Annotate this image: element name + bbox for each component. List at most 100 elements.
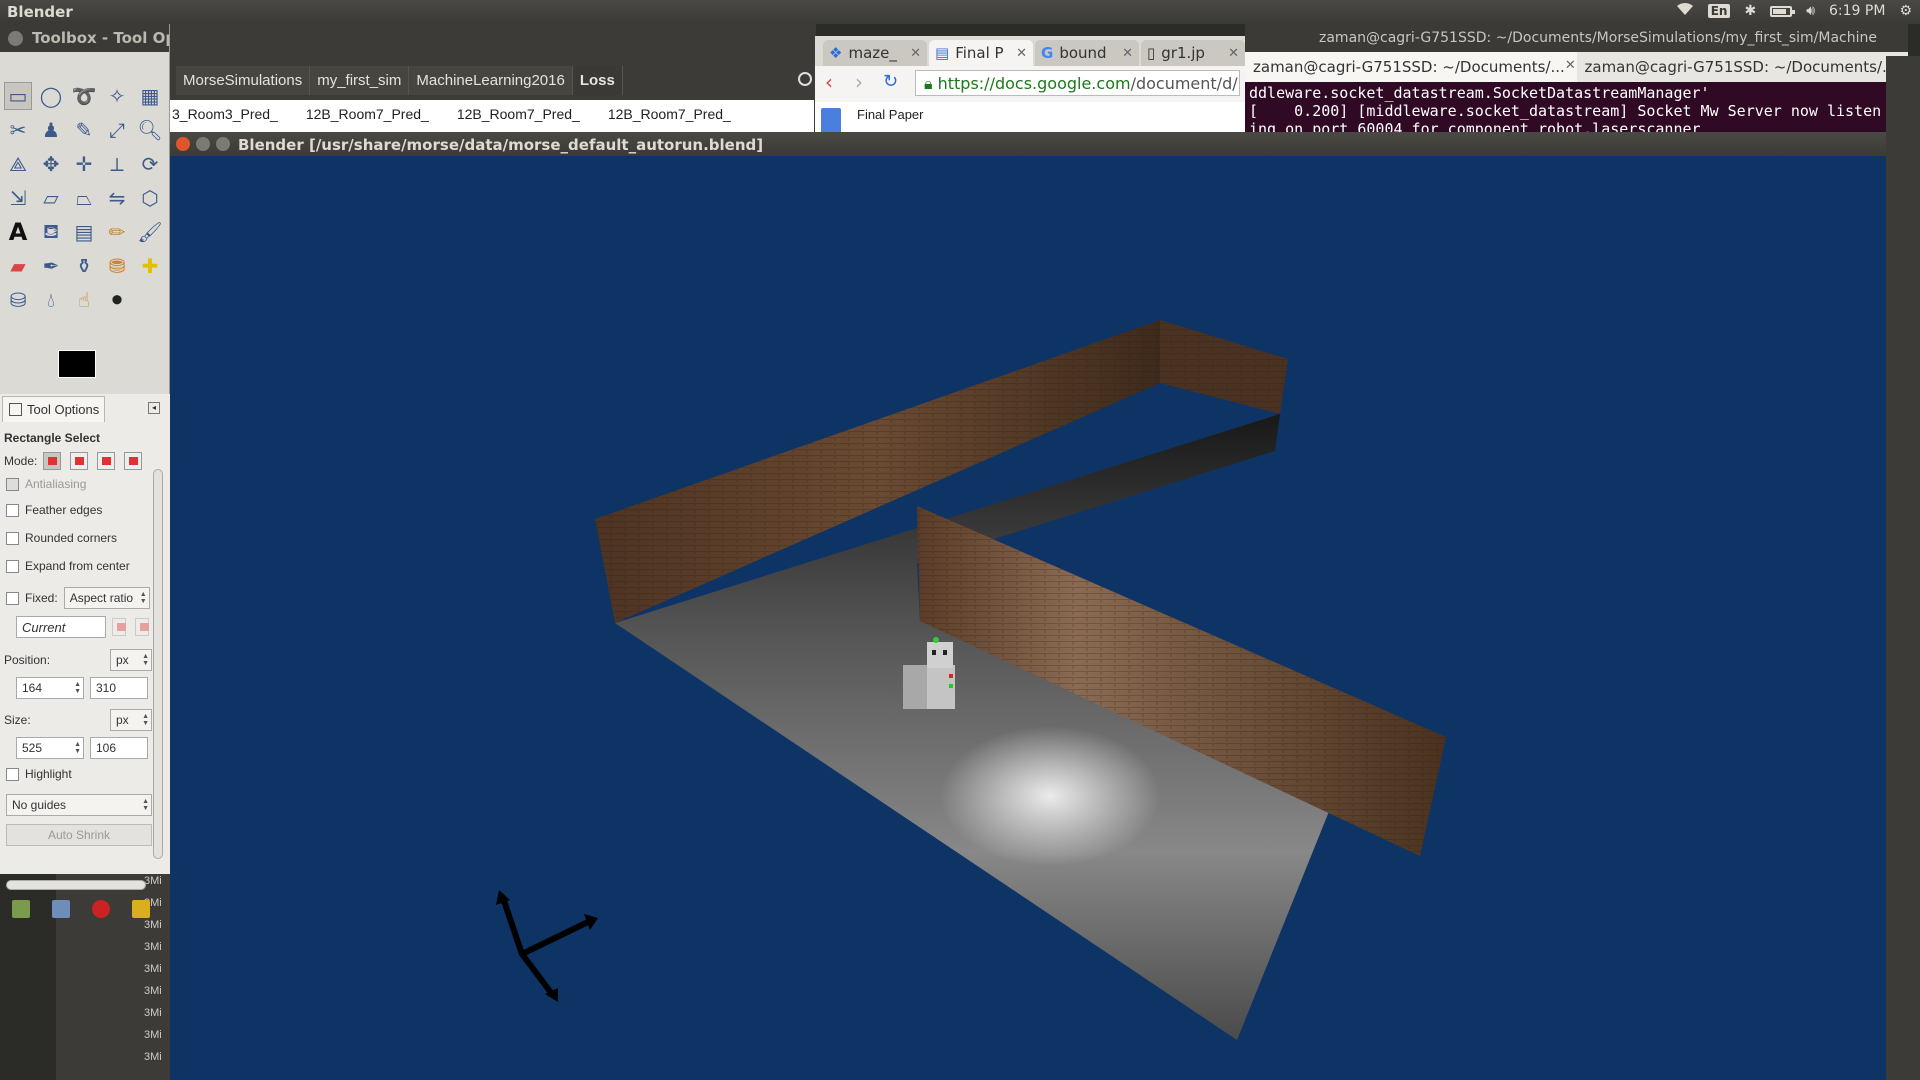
position-x-input[interactable]: 164 ▲ ▼ [16,677,84,699]
rounded-corners-checkbox[interactable] [6,531,19,545]
antialiasing-checkbox[interactable] [6,477,19,491]
battery-icon[interactable] [1770,5,1796,17]
close-icon[interactable]: ✕ [1228,46,1239,61]
highlight-checkbox[interactable] [6,767,19,781]
measure-tool-icon[interactable]: ⟁ [4,150,32,178]
reload-icon[interactable]: ↻ [883,71,898,92]
blend-tool-icon[interactable]: ▤ [70,218,98,246]
mode-replace-button[interactable] [43,452,62,470]
mode-subtract-button[interactable] [97,452,116,470]
path-segment-active[interactable]: Loss [572,66,623,95]
gear-icon[interactable]: ⚙ [1899,3,1912,19]
clone-tool-icon[interactable]: ⛃ [103,252,131,280]
portrait-button[interactable] [112,618,126,636]
smudge-tool-icon[interactable]: ☝ [70,286,98,314]
browser-tab-active[interactable]: ▤ Final P ✕ [929,40,1033,66]
auto-shrink-button[interactable]: Auto Shrink [6,824,152,846]
file-item[interactable]: 12B_Room7_Pred_ [306,106,429,134]
zoom-tool-icon[interactable]: 🔍︎ [136,116,164,144]
file-item[interactable]: 12B_Room7_Pred_ [457,106,580,134]
flip-tool-icon[interactable]: ⇋ [103,184,131,212]
list-item[interactable]: 3Mi [144,1002,162,1024]
vertical-scrollbar[interactable] [153,469,163,859]
expand-from-center-checkbox[interactable] [6,559,19,573]
heal-tool-icon[interactable]: ✚ [136,252,164,280]
restore-options-icon[interactable] [52,900,70,918]
fixed-checkbox[interactable] [6,591,19,605]
back-icon[interactable]: ‹ [825,70,833,94]
fixed-dropdown[interactable]: Aspect ratio ▲ ▼ [63,587,150,609]
path-segment[interactable]: my_first_sim [310,66,410,95]
file-item[interactable]: 3_Room3_Pred_ [172,106,278,134]
spinner-icon[interactable]: ▲ ▼ [74,681,81,695]
document-title[interactable]: Final Paper [857,107,923,122]
close-icon[interactable] [8,31,23,46]
google-docs-icon[interactable] [821,108,841,134]
wifi-icon[interactable] [1676,2,1694,20]
perspective-tool-icon[interactable]: ⏢ [70,184,98,212]
paths-tool-icon[interactable]: ✎ [70,116,98,144]
foreground-color[interactable] [58,350,96,378]
perspective-clone-tool-icon[interactable]: ⛁ [4,286,32,314]
volume-icon[interactable]: 🔊︎ [1806,3,1815,19]
eraser-tool-icon[interactable]: ▰ [4,252,32,280]
ellipse-select-tool-icon[interactable]: ◯ [37,82,65,110]
close-icon[interactable]: ✕ [1565,58,1576,76]
forward-icon[interactable]: › [855,70,863,94]
bucket-fill-tool-icon[interactable]: ⛾ [37,218,65,246]
size-unit-dropdown[interactable]: px ▲ ▼ [110,709,152,731]
list-item[interactable]: 3Mi [144,936,162,958]
rect-select-tool-icon[interactable]: ▭ [4,82,32,110]
list-item[interactable]: 3Mi [144,1024,162,1046]
size-width-input[interactable]: 525 ▲ ▼ [16,737,84,759]
free-select-tool-icon[interactable]: ➰ [70,82,98,110]
file-item[interactable]: 12B_Room7_Pred_ [608,106,731,134]
browser-tab[interactable]: Gbound ✕ [1035,40,1139,66]
close-icon[interactable]: ✕ [910,46,921,61]
shear-tool-icon[interactable]: ▱ [37,184,65,212]
fixed-value-field[interactable]: Current [16,616,106,638]
search-icon[interactable] [798,72,812,86]
text-tool-icon[interactable]: A [4,218,32,246]
clock[interactable]: 6:19 PM [1829,3,1885,19]
list-item[interactable]: 3Mi [144,958,162,980]
browser-tab[interactable]: ▯ gr1.jp ✕ [1141,40,1245,66]
panel-menu-icon[interactable]: ◂ [148,402,160,414]
blur-tool-icon[interactable]: 💧︎ [37,286,65,314]
maximize-icon[interactable] [216,137,230,151]
move-tool-icon[interactable]: ✥ [37,150,65,178]
horizontal-scrollbar[interactable] [6,880,146,890]
delete-options-icon[interactable] [92,900,110,918]
rotate-tool-icon[interactable]: ⟳ [136,150,164,178]
pencil-tool-icon[interactable]: ✏ [103,218,131,246]
dodge-burn-tool-icon[interactable]: ⚫ [103,286,131,314]
close-icon[interactable]: ✕ [1016,46,1027,61]
guides-dropdown[interactable]: No guides ▲ ▼ [6,794,152,816]
terminal-tab-active[interactable]: zaman@cagri-G751SSD: ~/Documents/... ✕ [1245,52,1577,82]
keyboard-layout-indicator[interactable]: En [1707,4,1731,18]
close-icon[interactable]: ✕ [1122,46,1133,61]
paintbrush-tool-icon[interactable]: 🖌︎ [136,218,164,246]
foreground-select-tool-icon[interactable]: ♟ [37,116,65,144]
ink-tool-icon[interactable]: ⚱ [70,252,98,280]
position-unit-dropdown[interactable]: px ▲ ▼ [110,649,152,671]
path-segment[interactable]: MorseSimulations [176,66,311,95]
landscape-button[interactable] [135,618,149,636]
path-segment[interactable]: MachineLearning2016 [409,66,573,95]
tab-tool-options[interactable]: Tool Options [2,396,105,422]
cage-tool-icon[interactable]: ⬡ [136,184,164,212]
3d-viewport[interactable] [170,156,1886,1080]
minimize-icon[interactable] [196,137,210,151]
save-options-icon[interactable] [12,900,30,918]
close-icon[interactable] [176,137,190,151]
mode-add-button[interactable] [70,452,89,470]
color-select-tool-icon[interactable]: ▦ [136,82,164,110]
bluetooth-icon[interactable]: ✱ [1744,3,1756,19]
align-tool-icon[interactable]: ✛ [70,150,98,178]
fuzzy-select-tool-icon[interactable]: ✧ [103,82,131,110]
reset-options-icon[interactable] [132,900,150,918]
size-height-input[interactable]: 106 [90,737,148,759]
browser-tab[interactable]: ❖ maze_ ✕ [823,40,927,66]
scissors-select-tool-icon[interactable]: ✂ [4,116,32,144]
address-bar[interactable]: 🔒︎ https://docs.google.com/document/d/1k… [915,70,1240,96]
